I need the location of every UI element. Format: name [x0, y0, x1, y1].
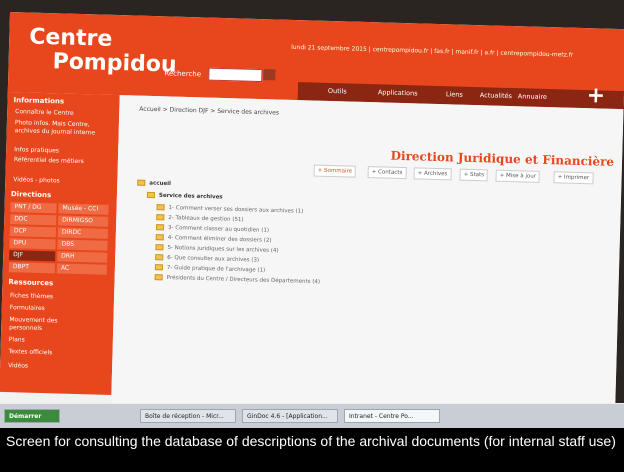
- tree-service[interactable]: Service des archives: [146, 191, 223, 201]
- folder-icon: [156, 204, 165, 211]
- toolbar-contacts[interactable]: + Contacts: [367, 166, 407, 180]
- toolbar-archives[interactable]: + Archives: [413, 167, 452, 181]
- toolbar-mise-a-jour[interactable]: + Mise à jour: [495, 169, 541, 183]
- windows-taskbar: Démarrer Boîte de réception - Micr... Gi…: [0, 403, 624, 428]
- tree-item-label: 2- Tableaux de gestion (51): [168, 215, 244, 224]
- nav-item-liens[interactable]: Liens: [446, 90, 463, 98]
- sidebar-item-photo-infos[interactable]: Photo infos. Mais Centre, archives du jo…: [15, 119, 111, 138]
- toolbar-stats[interactable]: + Stats: [459, 168, 489, 182]
- search-input[interactable]: [208, 67, 263, 83]
- folder-icon: [155, 254, 164, 261]
- tree-item-label: 7- Guide pratique de l'archivage (1): [166, 264, 266, 274]
- tree-item-label: 1- Comment verser ses dossiers aux archi…: [168, 205, 304, 215]
- tree-item[interactable]: 1- Comment verser ses dossiers aux archi…: [156, 204, 304, 215]
- tree-item-label: Présidents du Centre / Directeurs des Dé…: [166, 274, 321, 286]
- sidebar-item-referentiel[interactable]: Référentiel des métiers: [14, 156, 94, 166]
- plus-icon[interactable]: +: [586, 83, 607, 109]
- sidebar-item-mouvement[interactable]: Mouvement des personnels: [9, 316, 89, 334]
- direction-cell[interactable]: DCP: [9, 226, 57, 238]
- sidebar: Informations Connaître le Centre Photo i…: [0, 91, 120, 395]
- taskbar-item-active[interactable]: Intranet - Centre Po...: [344, 409, 440, 423]
- direction-cell[interactable]: DBS: [57, 239, 108, 251]
- tree-item[interactable]: 6- Que consulter aux archives (3): [155, 254, 260, 264]
- tree-item[interactable]: Présidents du Centre / Directeurs des Dé…: [154, 274, 321, 286]
- tree-item[interactable]: 2- Tableaux de gestion (51): [156, 214, 244, 224]
- sidebar-item-fiches[interactable]: Fiches thèmes: [10, 292, 53, 301]
- tree-item[interactable]: 5- Notions juridiques sur les archives (…: [155, 244, 279, 255]
- caption-text: Screen for consulting the database of de…: [6, 433, 616, 449]
- direction-cell[interactable]: PNT / DG: [10, 202, 57, 214]
- page-title: Direction Juridique et Financière: [390, 148, 615, 169]
- folder-icon: [146, 191, 156, 199]
- tree-service-label: Service des archives: [158, 192, 223, 201]
- sidebar-item-plans[interactable]: Plans: [9, 336, 25, 344]
- tree-item-label: 3- Comment classer au quotidien (1): [167, 224, 270, 234]
- search-button[interactable]: [263, 69, 276, 81]
- sidebar-heading-informations: Informations: [13, 96, 65, 106]
- nav-item-annuaire[interactable]: Annuaire: [518, 92, 547, 101]
- tree-item[interactable]: 4- Comment éliminer des dossiers (2): [155, 234, 272, 244]
- folder-icon: [155, 224, 165, 231]
- folder-icon: [154, 274, 163, 281]
- sidebar-item-connaitre[interactable]: Connaître le Centre: [15, 108, 74, 118]
- browser-screen: Centre Pompidou lundi 21 septembre 2015 …: [0, 12, 624, 428]
- folder-icon: [155, 244, 164, 251]
- folder-icon: [137, 179, 146, 186]
- toolbar-imprimer[interactable]: + Imprimer: [553, 171, 594, 185]
- sidebar-item-formulaires[interactable]: Formulaires: [10, 304, 45, 313]
- tree-item[interactable]: 7- Guide pratique de l'archivage (1): [154, 264, 266, 274]
- direction-cell[interactable]: DDC: [10, 214, 57, 226]
- direction-cell[interactable]: DBPT: [8, 262, 55, 274]
- nav-item-outils[interactable]: Outils: [328, 87, 347, 96]
- taskbar-item[interactable]: Boîte de réception - Micr...: [140, 409, 236, 423]
- logo-pompidou[interactable]: Pompidou: [52, 49, 177, 77]
- sidebar-item-videos[interactable]: Vidéos: [8, 362, 28, 371]
- tree-item[interactable]: 3- Comment classer au quotidien (1): [155, 224, 270, 234]
- direction-cell[interactable]: AC: [56, 263, 107, 275]
- direction-cell-selected[interactable]: DJF: [9, 250, 56, 262]
- tree-item-label: 6- Que consulter aux archives (3): [167, 254, 260, 264]
- photo-of-monitor: Centre Pompidou lundi 21 septembre 2015 …: [0, 0, 624, 428]
- direction-cell[interactable]: DPU: [9, 238, 56, 250]
- nav-item-actualites[interactable]: Actualités: [480, 91, 512, 100]
- sidebar-item-infos-pratiques[interactable]: Infos pratiques: [14, 146, 59, 155]
- direction-cell[interactable]: DIRDC: [57, 227, 108, 239]
- tree-root[interactable]: accueil: [137, 179, 171, 188]
- tree-item-label: 4- Comment éliminer des dossiers (2): [167, 234, 272, 244]
- direction-cell[interactable]: DIRMIGSO: [58, 215, 109, 227]
- folder-icon: [156, 214, 165, 221]
- nav-item-applications[interactable]: Applications: [378, 88, 418, 97]
- direction-cell[interactable]: DRH: [57, 251, 108, 263]
- toolbar-sommaire[interactable]: + Sommaire: [313, 164, 357, 178]
- taskbar-item[interactable]: GinDoc 4.6 - [Application...: [242, 409, 338, 423]
- main-content: Accueil > Direction DJF > Service des ar…: [110, 95, 624, 428]
- direction-cell[interactable]: Musée - CCI: [58, 203, 109, 215]
- logo-centre[interactable]: Centre: [29, 25, 113, 52]
- sidebar-item-videos-photos[interactable]: Vidéos - photos: [13, 176, 60, 185]
- sidebar-heading-ressources: Ressources: [8, 278, 54, 288]
- start-button[interactable]: Démarrer: [4, 409, 60, 423]
- sidebar-heading-directions: Directions: [10, 190, 52, 200]
- search-label: Recherche: [164, 69, 202, 79]
- folder-icon: [155, 234, 164, 241]
- breadcrumb[interactable]: Accueil > Direction DJF > Service des ar…: [139, 106, 279, 117]
- sidebar-item-textes[interactable]: Textes officiels: [8, 348, 52, 357]
- caption-bar: Screen for consulting the database of de…: [0, 428, 624, 472]
- tree-root-label: accueil: [149, 180, 171, 188]
- folder-icon: [154, 264, 164, 271]
- tree-item-label: 5- Notions juridiques sur les archives (…: [167, 244, 279, 255]
- date-bar: lundi 21 septembre 2015 | centrepompidou…: [291, 43, 574, 59]
